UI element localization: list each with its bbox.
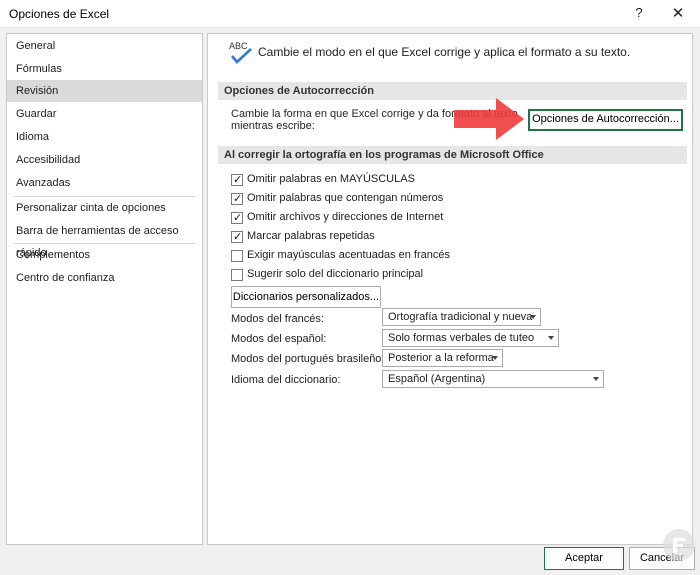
sidebar-item-personalizar-cinta[interactable]: Personalizar cinta de opciones [7,197,202,219]
check-icon: ✓ [233,174,243,186]
options-sidebar: General Fórmulas Revisión Guardar Idioma… [6,33,203,545]
portuguese-modes-label: Modos del portugués brasileño: [231,353,385,365]
french-modes-label: Modos del francés: [231,313,324,325]
select-value: Ortografía tradicional y nueva [388,311,533,323]
portuguese-modes-select[interactable]: Posterior a la reforma [382,349,503,367]
autocorrect-options-button[interactable]: Opciones de Autocorrección... [528,109,683,131]
custom-dictionaries-button[interactable]: Diccionarios personalizados... [231,286,381,308]
window-title: Opciones de Excel [9,7,110,21]
chevron-down-icon [548,336,554,340]
select-value: Solo formas verbales de tuteo [388,332,535,344]
sidebar-item-centro-confianza[interactable]: Centro de confianza [7,267,202,289]
help-button[interactable]: ? [631,5,647,23]
checkbox[interactable]: ✓ [231,212,243,224]
sidebar-item-formulas[interactable]: Fórmulas [7,58,202,80]
options-panel: ABC Cambie el modo en el que Excel corri… [207,33,693,545]
sidebar-item-complementos[interactable]: Complementos [7,244,202,266]
close-button[interactable]: ✕ [667,3,689,25]
french-modes-select[interactable]: Ortografía tradicional y nueva [382,308,541,326]
accept-button[interactable]: Aceptar [544,547,624,570]
option-label: Marcar palabras repetidas [247,230,375,242]
spanish-modes-select[interactable]: Solo formas verbales de tuteo [382,329,559,347]
watermark-logo-icon [663,529,695,561]
chevron-down-icon [593,377,599,381]
spelling-section-header: Al corregir la ortografía en los program… [218,146,687,164]
checkbox[interactable]: ✓ [231,231,243,243]
option-label: Omitir palabras que contengan números [247,192,444,204]
sidebar-item-idioma[interactable]: Idioma [7,126,202,148]
sidebar-item-guardar[interactable]: Guardar [7,103,202,125]
title-bar: Opciones de Excel ? ✕ [0,0,700,28]
sidebar-item-accesibilidad[interactable]: Accesibilidad [7,149,202,171]
sidebar-item-avanzadas[interactable]: Avanzadas [7,172,202,194]
option-label: Omitir archivos y direcciones de Interne… [247,211,444,223]
chevron-down-icon [492,356,498,360]
chevron-down-icon [530,315,536,319]
check-icon: ✓ [233,231,243,243]
option-label: Exigir mayúsculas acentuadas en francés [247,249,450,261]
sidebar-item-revision[interactable]: Revisión [7,80,202,102]
checkbox[interactable]: ✓ [231,174,243,186]
checkbox[interactable] [231,269,243,281]
check-icon: ✓ [233,193,243,205]
dictionary-language-label: Idioma del diccionario: [231,374,341,386]
check-icon: ✓ [233,212,243,224]
red-arrow-annotation [454,98,524,140]
select-value: Posterior a la reforma [388,352,494,364]
select-value: Español (Argentina) [388,373,486,385]
spanish-modes-label: Modos del español: [231,333,327,345]
checkbox[interactable]: ✓ [231,193,243,205]
option-label: Omitir palabras en MAYÚSCULAS [247,173,415,185]
option-label: Sugerir solo del diccionario principal [247,268,424,280]
dictionary-language-select[interactable]: Español (Argentina) [382,370,604,388]
intro-text: Cambie el modo en el que Excel corrige y… [258,45,631,59]
sidebar-item-acceso-rapido[interactable]: Barra de herramientas de acceso rápido [7,220,202,259]
svg-text:ABC: ABC [229,41,248,51]
checkbox[interactable] [231,250,243,262]
spelling-check-icon: ABC [229,41,252,64]
sidebar-item-general[interactable]: General [7,35,202,57]
